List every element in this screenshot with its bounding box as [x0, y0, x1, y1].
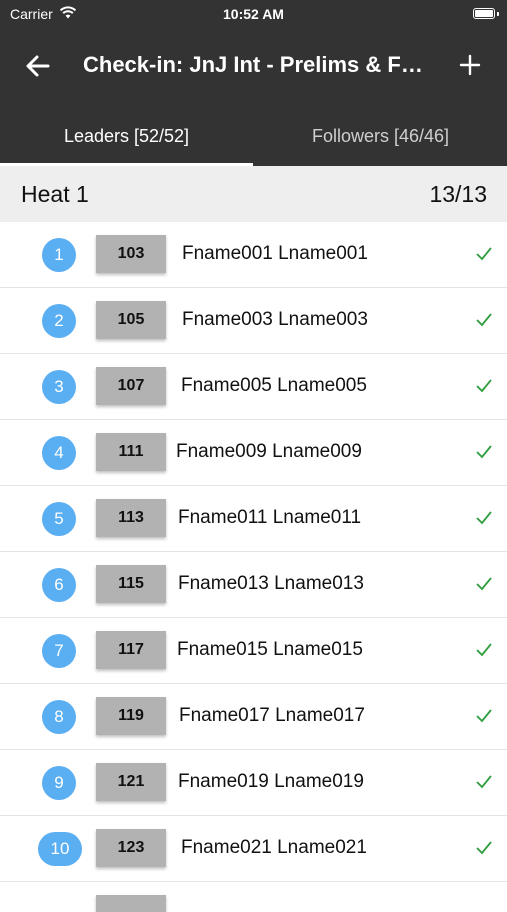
position-badge: 9: [42, 766, 76, 800]
tab-followers[interactable]: Followers [46/46]: [254, 106, 507, 166]
add-button[interactable]: [457, 52, 483, 78]
competitor-name: Fname011 Lname011: [178, 507, 362, 528]
bib-number: 121: [96, 763, 166, 801]
checkmark-icon: [476, 577, 492, 591]
battery-icon: [473, 8, 495, 19]
list-item[interactable]: 5 113 Fname011 Lname011: [0, 486, 507, 552]
checkmark-icon: [476, 643, 492, 657]
list-item[interactable]: 1 103 Fname001 Lname001: [0, 222, 507, 288]
list-item[interactable]: 9 121 Fname019 Lname019: [0, 750, 507, 816]
bib-number: 111: [96, 433, 166, 471]
checkmark-icon: [476, 247, 492, 261]
status-bar: Carrier 10:52 AM: [0, 0, 507, 30]
bib-number: 115: [96, 565, 166, 603]
competitor-name: Fname003 Lname003: [182, 309, 368, 330]
list-item[interactable]: 2 105 Fname003 Lname003: [0, 288, 507, 354]
tab-bar: Leaders [52/52] Followers [46/46]: [0, 106, 507, 166]
page-title: Check-in: JnJ Int - Prelims & Finals: [83, 52, 428, 77]
bib-number: 123: [96, 829, 166, 867]
position-badge: 8: [42, 700, 76, 734]
position-badge: 4: [42, 436, 76, 470]
bib-number: 107: [96, 367, 166, 405]
tab-leaders[interactable]: Leaders [52/52]: [0, 106, 253, 166]
list-item[interactable]: 10 123 Fname021 Lname021: [0, 816, 507, 882]
checkmark-icon: [476, 379, 492, 393]
checkmark-icon: [476, 841, 492, 855]
bib-number: 113: [96, 499, 166, 537]
checkmark-icon: [476, 709, 492, 723]
bib-number: 119: [96, 697, 166, 735]
competitor-name: Fname019 Lname019: [178, 771, 364, 792]
bib-number: 103: [96, 235, 166, 273]
list-item[interactable]: 8 119 Fname017 Lname017: [0, 684, 507, 750]
bib-number: 105: [96, 301, 166, 339]
position-badge: 6: [42, 568, 76, 602]
status-time: 10:52 AM: [223, 6, 284, 22]
bib-number: 117: [96, 631, 166, 669]
list-item[interactable]: 6 115 Fname013 Lname013: [0, 552, 507, 618]
competitor-name: Fname013 Lname013: [178, 573, 364, 594]
competitor-name: Fname015 Lname015: [177, 639, 363, 660]
position-badge: 5: [42, 502, 76, 536]
competitor-name: Fname021 Lname021: [181, 837, 367, 858]
section-count: 13/13: [429, 181, 487, 207]
section-title: Heat 1: [21, 181, 89, 207]
competitor-name: Fname017 Lname017: [179, 705, 365, 726]
competitor-list: 1 103 Fname001 Lname001 2 105 Fname003 L…: [0, 222, 507, 912]
navigation-bar: Check-in: JnJ Int - Prelims & Finals: [0, 30, 507, 106]
position-badge: 3: [42, 370, 76, 404]
list-item-partial[interactable]: [0, 882, 507, 912]
checkmark-icon: [476, 313, 492, 327]
list-item[interactable]: 3 107 Fname005 Lname005: [0, 354, 507, 420]
position-badge: 10: [38, 832, 82, 866]
checkmark-icon: [476, 445, 492, 459]
competitor-name: Fname001 Lname001: [182, 243, 368, 264]
plus-icon: [459, 54, 481, 76]
heat-section-header: Heat 1 13/13: [0, 166, 507, 222]
list-item[interactable]: 4 111 Fname009 Lname009: [0, 420, 507, 486]
position-badge: 7: [42, 634, 76, 668]
list-item[interactable]: 7 117 Fname015 Lname015: [0, 618, 507, 684]
bib-number-partial: [96, 895, 166, 912]
position-badge: 2: [42, 304, 76, 338]
back-arrow-icon[interactable]: [24, 52, 52, 80]
checkmark-icon: [476, 511, 492, 525]
competitor-name: Fname009 Lname009: [176, 441, 362, 462]
checkmark-icon: [476, 775, 492, 789]
competitor-name: Fname005 Lname005: [181, 375, 367, 396]
position-badge: 1: [42, 238, 76, 272]
